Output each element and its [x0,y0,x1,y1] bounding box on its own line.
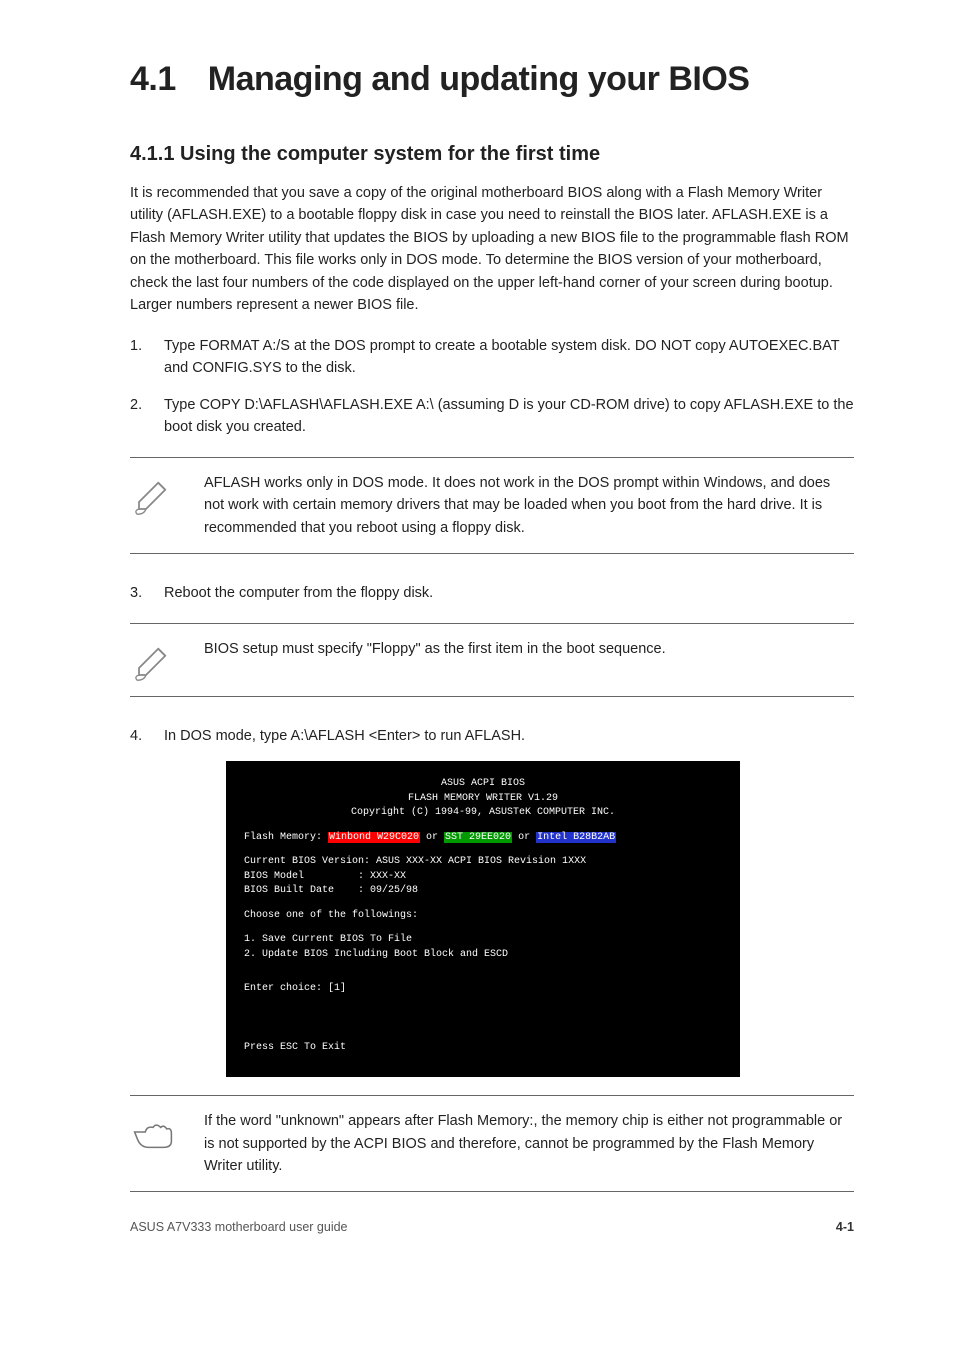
subsection-heading: 4.1.1 Using the computer system for the … [130,143,854,166]
step-text: In DOS mode, type A:\AFLASH <Enter> to r… [164,725,525,747]
note-block-1: AFLASH works only in DOS mode. It does n… [130,457,854,554]
note-block-3: If the word "unknown" appears after Flas… [130,1095,854,1192]
note-text: If the word "unknown" appears after Flas… [204,1110,854,1177]
terminal-line: Enter choice: [1] [244,982,722,997]
step-text: Type COPY D:\AFLASH\AFLASH.EXE A:\ (assu… [164,394,854,439]
terminal-line: Copyright (C) 1994-99, ASUSTeK COMPUTER … [244,806,722,821]
step-number: 2. [130,394,148,439]
footer-left: ASUS A7V333 motherboard user guide [130,1220,348,1234]
terminal-line: Press ESC To Exit [244,1041,722,1056]
section-heading: 4.1 Managing and updating your BIOS [130,60,854,99]
step-2: 2. Type COPY D:\AFLASH\AFLASH.EXE A:\ (a… [130,394,854,439]
terminal-line: Flash Memory: Winbond W29C020 or SST 29E… [244,831,722,846]
pencil-icon [130,638,176,682]
step-4: 4. In DOS mode, type A:\AFLASH <Enter> t… [130,725,854,747]
heading-title: Managing and updating your BIOS [208,60,750,99]
intro-paragraph: It is recommended that you save a copy o… [130,182,854,317]
step-number: 4. [130,725,148,747]
terminal-line: FLASH MEMORY WRITER V1.29 [244,792,722,807]
footer-right: 4-1 [836,1220,854,1234]
terminal-line: ASUS ACPI BIOS [244,777,722,792]
note-text: BIOS setup must specify "Floppy" as the … [204,638,854,660]
step-text: Type FORMAT A:/S at the DOS prompt to cr… [164,335,854,380]
step-3: 3. Reboot the computer from the floppy d… [130,582,854,604]
terminal-line: 1. Save Current BIOS To File [244,933,722,948]
page-footer: ASUS A7V333 motherboard user guide 4-1 [130,1220,854,1234]
terminal-screenshot: ASUS ACPI BIOS FLASH MEMORY WRITER V1.29… [226,761,854,1077]
note-block-2: BIOS setup must specify "Floppy" as the … [130,623,854,697]
terminal-line: BIOS Model : XXX-XX [244,870,722,885]
terminal-content: ASUS ACPI BIOS FLASH MEMORY WRITER V1.29… [226,761,740,1077]
terminal-line: BIOS Built Date : 09/25/98 [244,884,722,899]
terminal-line: Current BIOS Version: ASUS XXX-XX ACPI B… [244,855,722,870]
note-text: AFLASH works only in DOS mode. It does n… [204,472,854,539]
terminal-line: Choose one of the followings: [244,909,722,924]
heading-number: 4.1 [130,60,176,99]
step-number: 3. [130,582,148,604]
step-number: 1. [130,335,148,380]
terminal-line: 2. Update BIOS Including Boot Block and … [244,948,722,963]
hand-icon [130,1110,176,1152]
pencil-icon [130,472,176,516]
step-text: Reboot the computer from the floppy disk… [164,582,433,604]
step-1: 1. Type FORMAT A:/S at the DOS prompt to… [130,335,854,380]
